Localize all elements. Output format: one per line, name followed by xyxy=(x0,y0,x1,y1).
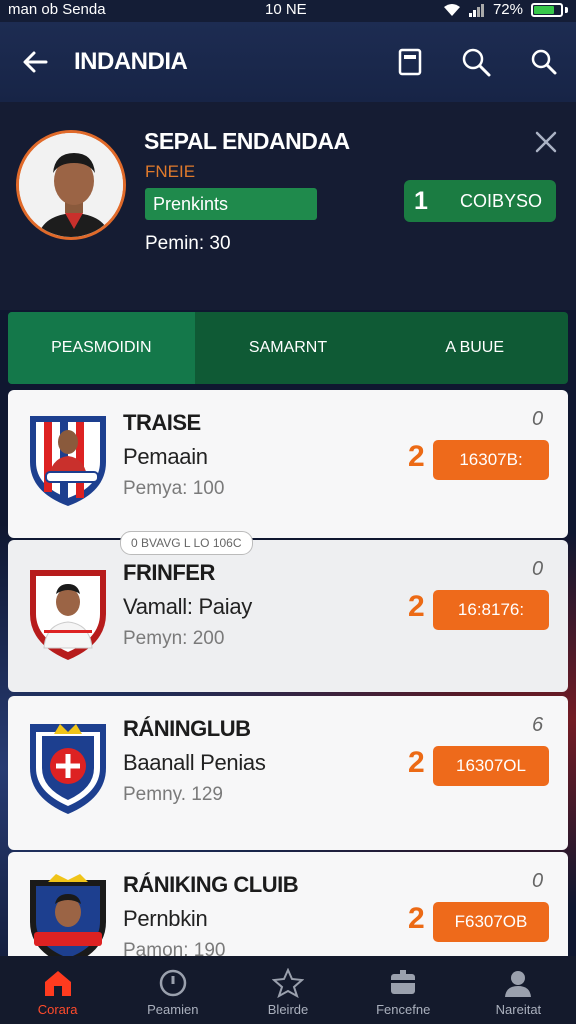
bookmark-icon[interactable] xyxy=(392,44,428,80)
signal-icon xyxy=(468,3,484,17)
nav-bleirde[interactable]: Bleirde xyxy=(230,956,345,1024)
tab-bar: PEASMOIDIN SAMARNT A BUUE xyxy=(8,312,568,384)
back-arrow-icon[interactable] xyxy=(18,44,54,80)
nav-nareitat[interactable]: Nareitat xyxy=(461,956,576,1024)
club-subtitle: Pemaain xyxy=(123,444,208,469)
club-action-button[interactable]: F6307OB xyxy=(433,902,549,942)
nav-label-fencefne: Fencefne xyxy=(376,1002,431,1017)
club-action-button[interactable]: 16307OL xyxy=(433,746,549,786)
club-corner-value: 0 xyxy=(532,558,544,580)
club-crest-icon xyxy=(26,872,110,956)
avatar xyxy=(16,130,126,240)
profile-header: SEPAL ENDANDAA FNEIE Prenkints Pemin: 30… xyxy=(0,102,576,310)
profile-meta: Pemin: 30 xyxy=(145,233,231,254)
nav-label-nareitat: Nareitat xyxy=(495,1002,542,1017)
nav-label-bleirde: Bleirde xyxy=(267,1002,309,1017)
tab-samarnt[interactable]: SAMARNT xyxy=(195,312,382,384)
clock-icon xyxy=(159,969,187,997)
club-subtitle: Pernbkin xyxy=(123,906,208,931)
club-rank: 2 xyxy=(408,440,425,473)
club-title: TRAISE xyxy=(123,410,201,435)
club-crest-icon xyxy=(26,720,110,816)
nav-label-home: Corara xyxy=(37,1002,78,1017)
nav-peamien[interactable]: Peamien xyxy=(115,956,230,1024)
page-title: INDANDIA xyxy=(74,48,188,75)
wifi-icon xyxy=(443,3,460,16)
club-subtitle: Baanall Penias xyxy=(123,750,266,775)
profile-name: SEPAL ENDANDAA xyxy=(144,128,350,154)
club-rank: 2 xyxy=(408,902,425,935)
club-action-button[interactable]: 16:8176: xyxy=(433,590,549,630)
status-icons: 72% xyxy=(443,1,568,18)
rank-pill: Prenkints xyxy=(145,188,317,220)
nav-home[interactable]: Corara xyxy=(0,956,115,1024)
nav-fencefne[interactable]: Fencefne xyxy=(346,956,461,1024)
app-bar: INDANDIA xyxy=(0,22,576,102)
club-crest-icon xyxy=(26,566,110,662)
home-icon xyxy=(44,971,71,996)
list-item[interactable]: RÁNIKING CLUIB Pernbkin Pamon: 190 2 F63… xyxy=(8,852,568,956)
tab-peasmoidin[interactable]: PEASMOIDIN xyxy=(8,312,195,384)
list-item[interactable]: TRAISE Pemaain Pemya: 100 2 16307B: 0 xyxy=(8,390,568,538)
club-meta: Pemyn: 200 xyxy=(123,628,225,649)
club-corner-value: 6 xyxy=(532,714,544,736)
tab-a-buue[interactable]: A BUUE xyxy=(381,312,568,384)
person-icon xyxy=(505,971,532,997)
briefcase-icon xyxy=(391,970,416,994)
club-title: RÁNINGLUB xyxy=(123,716,251,741)
bottom-nav: Corara Peamien Bleirde Fencefne Nareitat xyxy=(0,956,576,1024)
club-title: FRINFER xyxy=(123,560,215,585)
status-carrier: man ob Senda xyxy=(8,1,106,18)
club-meta: Pemny. 129 xyxy=(123,784,223,805)
battery-icon xyxy=(531,2,563,17)
club-crest-icon xyxy=(26,412,110,508)
battery-percent: 72% xyxy=(492,1,523,18)
profile-subtitle: FNEIE xyxy=(145,162,196,181)
star-icon xyxy=(272,968,304,998)
score-number: 1 xyxy=(414,187,428,215)
club-rank: 2 xyxy=(408,746,425,779)
club-action-button[interactable]: 16307B: xyxy=(433,440,549,480)
list-item[interactable]: RÁNINGLUB Baanall Penias Pemny. 129 2 16… xyxy=(8,696,568,850)
club-meta: Pamon: 190 xyxy=(123,940,226,956)
card-tag-label: 0 BVAVG L LO 106C xyxy=(120,531,253,555)
score-button[interactable]: 1 COIBYSO xyxy=(404,180,556,222)
nav-label-peamien: Peamien xyxy=(147,1002,199,1017)
list-item[interactable]: FRINFER Vamall: Paiay Pemyn: 200 2 16:81… xyxy=(8,540,568,692)
status-bar: man ob Senda 10 NE 72% xyxy=(0,0,576,22)
close-icon[interactable] xyxy=(532,128,560,156)
club-subtitle: Vamall: Paiay xyxy=(123,594,252,619)
club-meta: Pemya: 100 xyxy=(123,478,225,499)
club-corner-value: 0 xyxy=(532,408,544,430)
club-corner-value: 0 xyxy=(532,870,544,892)
search-icon-secondary[interactable] xyxy=(526,44,562,80)
club-rank: 2 xyxy=(408,590,425,623)
status-time: 10 NE xyxy=(265,1,307,18)
club-title: RÁNIKING CLUIB xyxy=(123,872,299,897)
score-label: COIBYSO xyxy=(460,191,543,211)
search-icon[interactable] xyxy=(458,44,494,80)
